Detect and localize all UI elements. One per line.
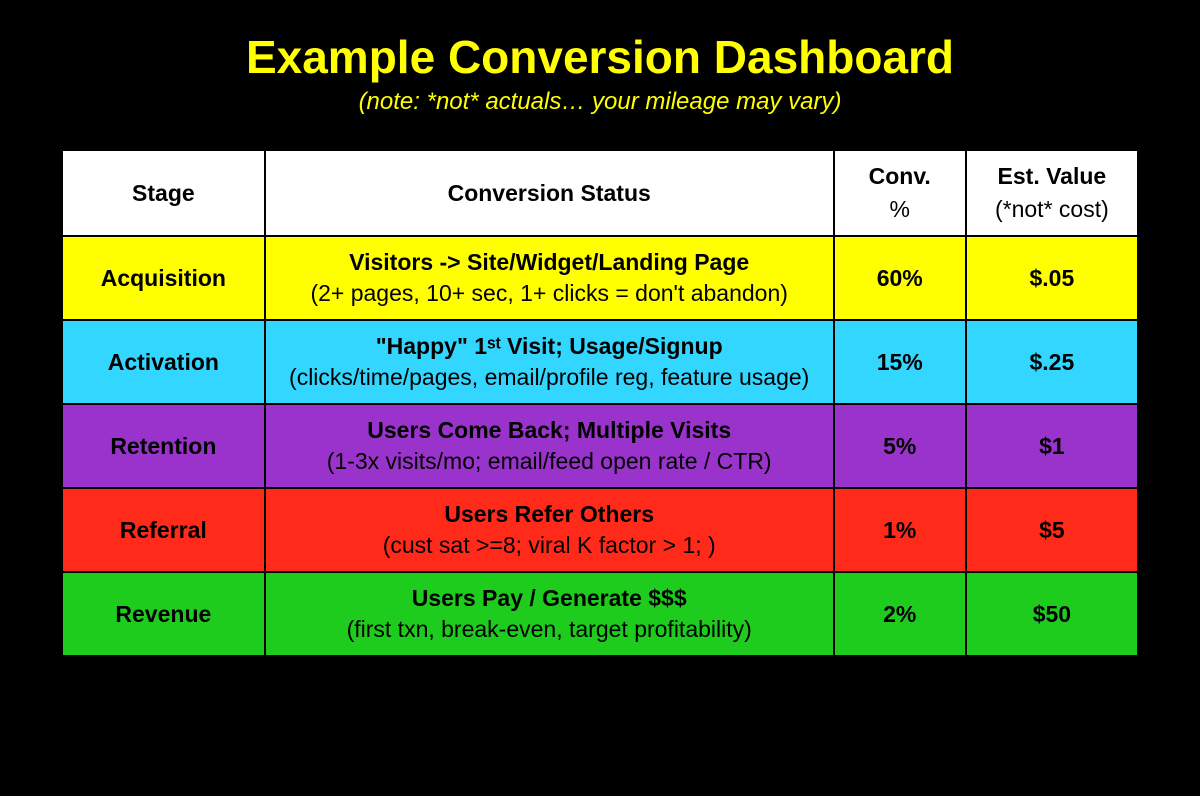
status-main: Users Come Back; Multiple Visits	[276, 417, 823, 444]
slide: Example Conversion Dashboard (note: *not…	[0, 0, 1200, 796]
status-cell: Users Refer Others (cust sat >=8; viral …	[265, 488, 834, 572]
header-value-line1: Est. Value	[998, 163, 1107, 189]
stage-cell: Referral	[62, 488, 265, 572]
header-value: Est. Value (*not* cost)	[966, 150, 1139, 237]
value-cell: $50	[966, 572, 1139, 657]
status-cell: Users Pay / Generate $$$ (first txn, bre…	[265, 572, 834, 657]
table-header-row: Stage Conversion Status Conv. % Est. Val…	[62, 150, 1139, 237]
conv-cell: 2%	[834, 572, 966, 657]
conv-cell: 5%	[834, 404, 966, 488]
value-cell: $5	[966, 488, 1139, 572]
stage-cell: Acquisition	[62, 236, 265, 320]
status-sub: (clicks/time/pages, email/profile reg, f…	[276, 364, 823, 391]
status-main: Users Pay / Generate $$$	[276, 585, 823, 612]
conv-cell: 1%	[834, 488, 966, 572]
header-status: Conversion Status	[265, 150, 834, 237]
status-sub: (2+ pages, 10+ sec, 1+ clicks = don't ab…	[276, 280, 823, 307]
conv-cell: 15%	[834, 320, 966, 404]
stage-cell: Revenue	[62, 572, 265, 657]
header-conv-line1: Conv.	[869, 163, 931, 189]
table-row: Activation "Happy" 1ˢᵗ Visit; Usage/Sign…	[62, 320, 1139, 404]
header-conv-line2: %	[845, 196, 955, 223]
header-conv: Conv. %	[834, 150, 966, 237]
status-sub: (1-3x visits/mo; email/feed open rate / …	[276, 448, 823, 475]
stage-cell: Activation	[62, 320, 265, 404]
status-cell: Visitors -> Site/Widget/Landing Page (2+…	[265, 236, 834, 320]
value-cell: $1	[966, 404, 1139, 488]
stage-cell: Retention	[62, 404, 265, 488]
status-main: "Happy" 1ˢᵗ Visit; Usage/Signup	[276, 333, 823, 360]
status-sub: (cust sat >=8; viral K factor > 1; )	[276, 532, 823, 559]
header-value-line2: (*not* cost)	[977, 196, 1127, 223]
value-cell: $.05	[966, 236, 1139, 320]
status-main: Visitors -> Site/Widget/Landing Page	[276, 249, 823, 276]
conversion-table: Stage Conversion Status Conv. % Est. Val…	[60, 148, 1140, 658]
status-sub: (first txn, break-even, target profitabi…	[276, 616, 823, 643]
status-cell: "Happy" 1ˢᵗ Visit; Usage/Signup (clicks/…	[265, 320, 834, 404]
page-title: Example Conversion Dashboard	[246, 30, 954, 84]
page-subtitle: (note: *not* actuals… your mileage may v…	[359, 88, 842, 116]
table-row: Revenue Users Pay / Generate $$$ (first …	[62, 572, 1139, 657]
table-row: Acquisition Visitors -> Site/Widget/Land…	[62, 236, 1139, 320]
table-row: Referral Users Refer Others (cust sat >=…	[62, 488, 1139, 572]
status-cell: Users Come Back; Multiple Visits (1-3x v…	[265, 404, 834, 488]
table-row: Retention Users Come Back; Multiple Visi…	[62, 404, 1139, 488]
status-main: Users Refer Others	[276, 501, 823, 528]
conv-cell: 60%	[834, 236, 966, 320]
header-stage: Stage	[62, 150, 265, 237]
value-cell: $.25	[966, 320, 1139, 404]
